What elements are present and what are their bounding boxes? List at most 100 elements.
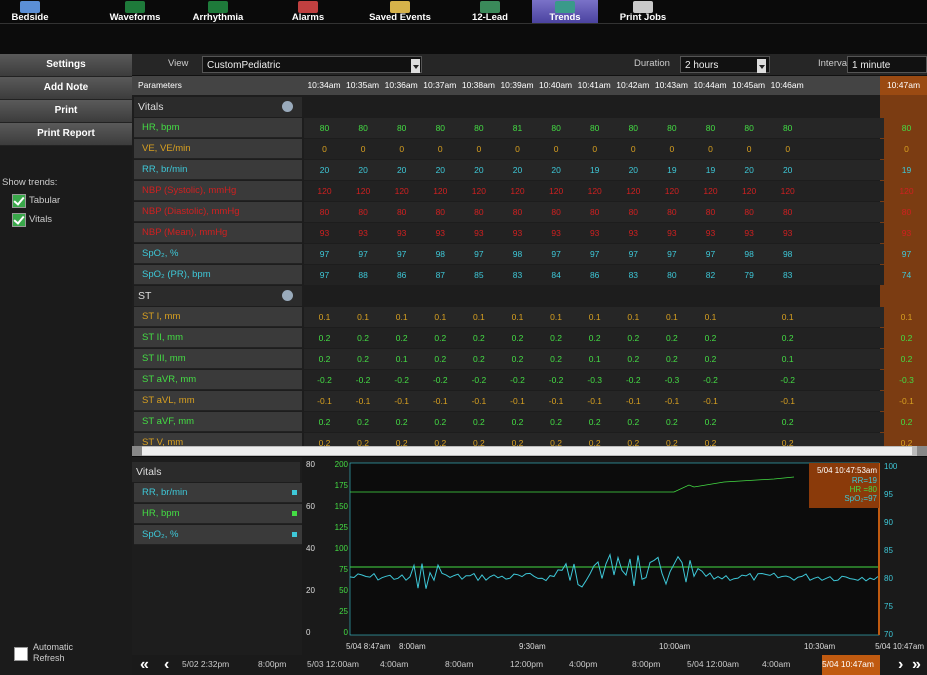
horizontal-scrollbar[interactable] xyxy=(132,446,927,456)
table-cell: 0.2 xyxy=(627,354,640,364)
interval-select[interactable]: 1 minute xyxy=(847,56,927,73)
cursor-hr: HR =80 xyxy=(850,485,878,494)
auto-refresh-checkbox[interactable] xyxy=(14,647,28,661)
parameter-label[interactable]: ST II, mm xyxy=(134,328,302,348)
table-cell: -0.1 xyxy=(317,396,332,406)
table-cell: -0.1 xyxy=(394,396,410,406)
parameter-label[interactable]: ST aVF, mm xyxy=(134,412,302,432)
timeline-bar[interactable]: « ‹ 5/02 2:32pm 8:00pm 5/03 12:00am 4:00am 8… xyxy=(132,655,927,675)
chart-legend-item[interactable]: SpO₂, % xyxy=(134,525,302,545)
parameter-label[interactable]: NBP (Diastolic), mmHg xyxy=(134,202,302,222)
table-cell: 0.2 xyxy=(318,417,331,427)
settings-button[interactable]: Settings xyxy=(0,54,132,77)
add-note-button[interactable]: Add Note xyxy=(0,77,132,100)
nav-print-jobs[interactable]: Print Jobs xyxy=(610,0,676,23)
table-cell: 120 xyxy=(433,186,448,196)
table-cell: 93 xyxy=(628,228,639,238)
table-cell: -0.1 xyxy=(780,396,796,406)
collapse-icon[interactable] xyxy=(282,290,293,301)
rr-axis-tick: 40 xyxy=(306,544,315,553)
parameter-label[interactable]: HR, bpm xyxy=(134,118,302,138)
parameter-label[interactable]: ST aVL, mm xyxy=(134,391,302,411)
step-back-icon[interactable]: ‹ xyxy=(164,657,169,673)
table-cell: 0.2 xyxy=(395,333,408,343)
jump-back-icon[interactable]: « xyxy=(140,657,149,673)
step-forward-icon[interactable]: › xyxy=(898,657,903,673)
table-cell: 0.2 xyxy=(511,417,524,427)
nav-alarms[interactable]: Alarms xyxy=(275,0,341,23)
group-vitals: Vitals xyxy=(134,97,302,117)
table-cell: 0.2 xyxy=(550,354,562,364)
table-cell: -0.2 xyxy=(355,375,371,385)
table-cell: 120 xyxy=(664,186,679,196)
duration-select[interactable]: 2 hours xyxy=(680,56,770,73)
table-cell: -0.2 xyxy=(548,375,564,385)
table-cell: 93 xyxy=(589,228,600,238)
table-cell: 83 xyxy=(628,270,639,280)
parameter-label[interactable]: VE, VE/min xyxy=(134,139,302,159)
nav-bedside[interactable]: Bedside xyxy=(0,0,60,23)
table-cell: 0.2 xyxy=(550,333,562,343)
x-axis-end: 5/04 10:47am xyxy=(875,642,924,651)
parameter-label[interactable]: ST aVR, mm xyxy=(134,370,302,390)
chevron-down-icon[interactable] xyxy=(757,59,766,73)
nav-saved-events[interactable]: Saved Events xyxy=(355,0,445,23)
nav-trends[interactable]: Trends xyxy=(532,0,598,23)
parameter-label[interactable]: NBP (Mean), mmHg xyxy=(134,223,302,243)
tabular-checkbox[interactable] xyxy=(12,194,26,208)
parameter-label[interactable]: RR, br/min xyxy=(134,160,302,180)
time-column-header: 10:39am xyxy=(500,80,534,90)
time-column-header: 10:34am xyxy=(307,80,341,90)
table-cell: 20 xyxy=(396,165,407,175)
table-cell: 93 xyxy=(396,228,407,238)
print-button[interactable]: Print xyxy=(0,100,132,123)
table-cell: 93 xyxy=(435,228,446,238)
table-cell: -0.2 xyxy=(317,375,332,385)
table-cell: 80 xyxy=(667,207,677,217)
hr-axis-tick: 75 xyxy=(339,565,348,574)
table-cell: 0.2 xyxy=(472,354,485,364)
table-cell: 98 xyxy=(782,249,793,259)
x-axis-label: 10:30am xyxy=(804,642,835,651)
nav-arrhythmia[interactable]: Arrhythmia xyxy=(185,0,251,23)
table-cell: 98 xyxy=(744,249,754,259)
nav-12-lead[interactable]: 12-Lead xyxy=(455,0,525,23)
chart-legend-item[interactable]: RR, br/min xyxy=(134,483,302,503)
view-select[interactable]: CustomPediatric xyxy=(202,56,422,73)
table-cell: 80 xyxy=(396,123,407,133)
jump-forward-icon[interactable]: » xyxy=(912,657,921,673)
parameter-label[interactable]: SpO₂ (PR), bpm xyxy=(134,265,302,285)
table-cell: 0.2 xyxy=(704,333,717,343)
table-cell: 20 xyxy=(628,165,639,175)
vitals-checkbox[interactable] xyxy=(12,213,26,227)
scroll-right-arrow-icon[interactable] xyxy=(917,446,927,456)
legend-marker-icon xyxy=(292,490,297,495)
nav-waveforms[interactable]: Waveforms xyxy=(105,0,165,23)
x-axis-label: 8:00am xyxy=(399,642,426,651)
table-cell: 0.1 xyxy=(781,312,794,322)
collapse-icon[interactable] xyxy=(282,101,293,112)
nav-label: 12-Lead xyxy=(472,12,508,23)
chevron-down-icon[interactable] xyxy=(411,59,420,73)
table-cell: 0 xyxy=(399,144,405,154)
table-cell: 79 xyxy=(744,270,754,280)
table-cell: 88 xyxy=(358,270,368,280)
table-cell: -0.1 xyxy=(899,396,914,406)
scroll-left-arrow-icon[interactable] xyxy=(132,446,142,456)
table-cell: -0.3 xyxy=(664,375,680,385)
vitals-trend-chart[interactable]: 8060402002001751501251007550250100959085… xyxy=(304,457,927,655)
table-cell: -0.2 xyxy=(703,375,718,385)
time-column-header: 10:47am xyxy=(880,76,927,95)
chart-legend-item[interactable]: HR, bpm xyxy=(134,504,302,524)
parameter-label[interactable]: SpO₂, % xyxy=(134,244,302,264)
scroll-thumb[interactable] xyxy=(142,447,912,455)
table-cell: 80 xyxy=(901,207,912,217)
table-cell: -0.1 xyxy=(548,396,564,406)
parameter-label[interactable]: NBP (Systolic), mmHg xyxy=(134,181,302,201)
parameter-label[interactable]: ST III, mm xyxy=(134,349,302,369)
table-cell: 0.2 xyxy=(704,417,717,427)
table-cell: 0.2 xyxy=(781,417,794,427)
table-cell: 93 xyxy=(901,228,912,238)
parameter-label[interactable]: ST I, mm xyxy=(134,307,302,327)
print-report-button[interactable]: Print Report xyxy=(0,123,132,146)
